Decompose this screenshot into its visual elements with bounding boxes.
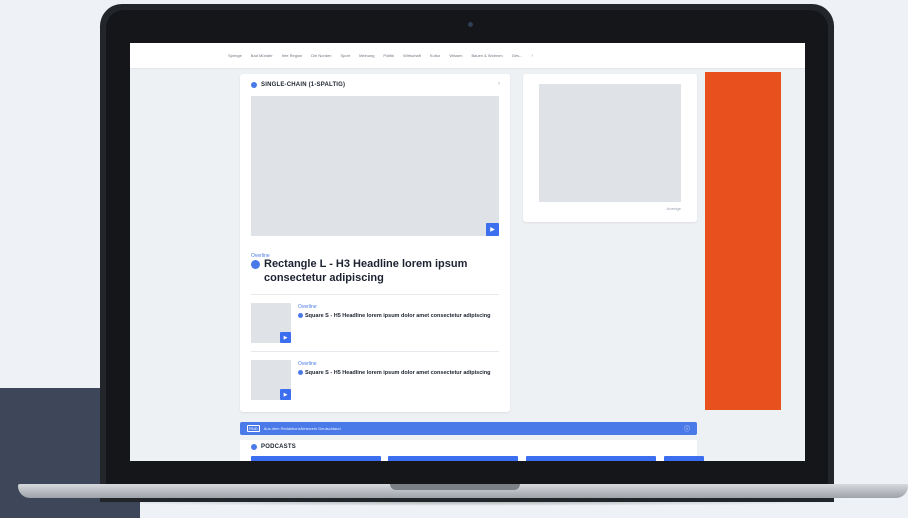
hero-headline[interactable]: Rectangle L - H3 Headline lorem ipsum co… [264,257,491,285]
nav-item-bauen-wohnen[interactable]: Bauen & Wohnen [471,53,502,58]
ad-card: Anzeige [523,74,697,222]
hero-headline-wrap[interactable]: Rectangle L - H3 Headline lorem ipsum co… [251,257,491,285]
headline-bullet-icon [298,313,303,318]
section-title: SINGLE-CHAIN (1-SPALTIG) [261,82,346,88]
podcasts-section: PODCASTS [240,440,704,461]
nav-item-wissen[interactable]: Wissen [449,53,462,58]
section-header: SINGLE-CHAIN (1-SPALTIG) [251,82,345,88]
nav-item-kultur[interactable]: Kultur [430,53,440,58]
network-bar-text: Aus dem RedaktionsNetzwerk Deutschland [263,426,341,431]
nav-item-die-norden[interactable]: Die Norden [311,53,331,58]
laptop-notch [390,484,520,490]
camera-icon [468,22,473,27]
headline-bullet-icon [298,370,303,375]
section-bullet-icon [251,82,257,88]
chevron-right-icon[interactable]: › [531,53,533,59]
laptop-screen: Springe Bad Münder Ihre Region Die Norde… [130,43,805,461]
nav-item-more[interactable]: Ges... [512,53,523,58]
laptop-chin [130,461,805,483]
ad-label: Anzeige [666,206,681,211]
list-item[interactable]: Overline Square S - H5 Headline lorem ip… [298,304,498,320]
section-bullet-icon [251,444,257,450]
podcasts-title: PODCASTS [261,444,296,450]
skyscraper-ad[interactable] [705,72,781,410]
nav-item-ihre-region[interactable]: Ihre Region [282,53,303,58]
list-item[interactable]: Overline Square S - H5 Headline lorem ip… [298,361,498,377]
article-headline[interactable]: Square S - H5 Headline lorem ipsum dolor… [305,369,491,377]
play-icon[interactable]: ▶ [280,389,291,400]
article-headline[interactable]: Square S - H5 Headline lorem ipsum dolor… [305,312,491,320]
single-chain-card: SINGLE-CHAIN (1-SPALTIG) › ▶ Overline Re… [240,74,510,412]
divider [251,351,499,352]
ad-image[interactable] [539,84,681,202]
article-overline: Overline [298,361,317,367]
section-header: PODCASTS [251,444,296,450]
nav-item-wirtschaft[interactable]: Wirtschaft [403,53,421,58]
play-icon[interactable]: ▶ [280,332,291,343]
section-arrow-icon[interactable]: › [498,81,500,87]
article-overline: Overline [298,304,317,310]
rnd-logo: RND [247,425,260,432]
headline-bullet-icon [251,260,260,269]
nav-item-bad-muender[interactable]: Bad Münder [251,53,273,58]
nav-item-politik[interactable]: Politik [383,53,394,58]
top-navigation: Springe Bad Münder Ihre Region Die Norde… [130,43,805,69]
info-icon[interactable]: ⓘ [684,424,690,433]
nav-item-sport[interactable]: Sport [341,53,351,58]
network-bar[interactable]: RND Aus dem RedaktionsNetzwerk Deutschla… [240,422,697,435]
nav-item-springe[interactable]: Springe [228,53,242,58]
hero-image[interactable] [251,96,499,236]
play-icon[interactable]: ▶ [486,223,499,236]
nav-item-meinung[interactable]: Meinung [359,53,374,58]
divider [251,294,499,295]
